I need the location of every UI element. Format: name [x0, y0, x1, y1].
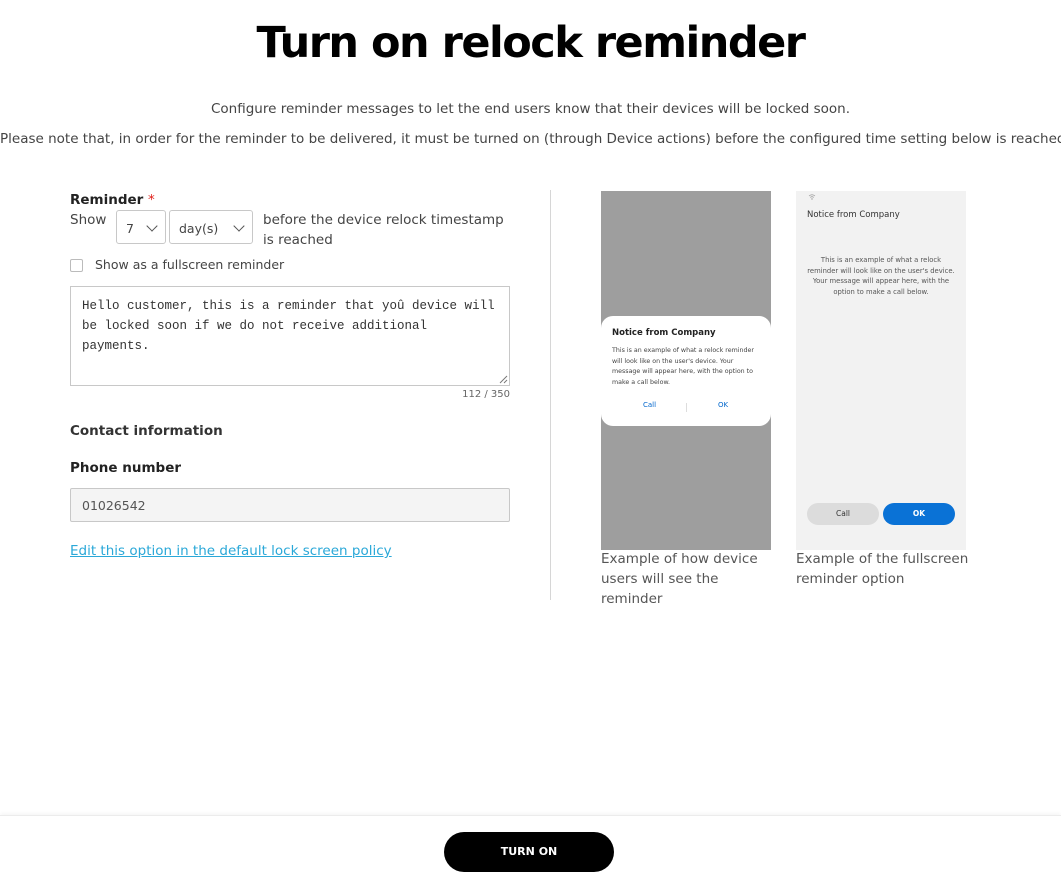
reminder-unit-select[interactable]: day(s) — [169, 210, 253, 244]
fullscreen-preview-call-button: Call — [807, 503, 879, 525]
show-label: Show — [70, 212, 107, 228]
chevron-down-icon — [233, 220, 245, 232]
page-subtitle-1: Configure reminder messages to let the e… — [210, 101, 851, 117]
popup-preview-image: Notice from Company This is an example o… — [601, 191, 771, 550]
edit-lock-screen-policy-link[interactable]: Edit this option in the default lock scr… — [70, 543, 392, 559]
phone-number-label: Phone number — [70, 460, 182, 476]
page-title: Turn on relock reminder — [256, 18, 806, 68]
preview-button-separator — [686, 403, 687, 412]
fullscreen-checkbox[interactable] — [70, 259, 83, 272]
character-counter: 112 / 350 — [462, 389, 510, 400]
fullscreen-preview-image: Notice from Company This is an example o… — [796, 191, 966, 550]
resize-handle-icon[interactable] — [498, 374, 508, 384]
fullscreen-checkbox-label[interactable]: Show as a fullscreen reminder — [95, 257, 284, 272]
reminder-unit-value: day(s) — [179, 221, 219, 236]
reminder-amount-value: 7 — [126, 221, 134, 236]
required-mark: * — [148, 192, 155, 208]
fullscreen-preview-title: Notice from Company — [807, 210, 900, 220]
reminder-amount-select[interactable]: 7 — [116, 210, 166, 244]
preview-dialog-title: Notice from Company — [612, 328, 716, 338]
wifi-icon — [808, 194, 816, 200]
preview-dialog-actions: Call OK — [601, 401, 771, 415]
reminder-label: Reminder * — [70, 192, 155, 208]
fullscreen-preview-ok-button: OK — [883, 503, 955, 525]
preview-ok-button: OK — [718, 401, 729, 409]
chevron-down-icon — [146, 220, 158, 232]
fullscreen-preview-body: This is an example of what a relock remi… — [807, 256, 955, 296]
footer-bar: TURN ON — [0, 815, 1061, 881]
turn-on-button[interactable]: TURN ON — [444, 832, 614, 872]
preview-dialog-body: This is an example of what a relock remi… — [612, 347, 754, 386]
popup-preview-caption: Example of how device users will see the… — [601, 551, 758, 607]
reminder-label-text: Reminder — [70, 192, 144, 208]
column-divider — [550, 190, 551, 600]
fullscreen-preview-caption: Example of the fullscreen reminder optio… — [796, 551, 969, 587]
phone-number-field: 01026542 — [70, 488, 510, 522]
reminder-message-textarea[interactable]: Hello customer, this is a reminder that … — [70, 286, 510, 386]
reminder-after-text: before the device relock timestamp is re… — [263, 212, 504, 248]
preview-dialog: Notice from Company This is an example o… — [601, 316, 771, 426]
preview-call-button: Call — [643, 401, 657, 409]
contact-information-heading: Contact information — [70, 423, 223, 439]
page-subtitle-2: Please note that, in order for the remin… — [0, 131, 1061, 147]
